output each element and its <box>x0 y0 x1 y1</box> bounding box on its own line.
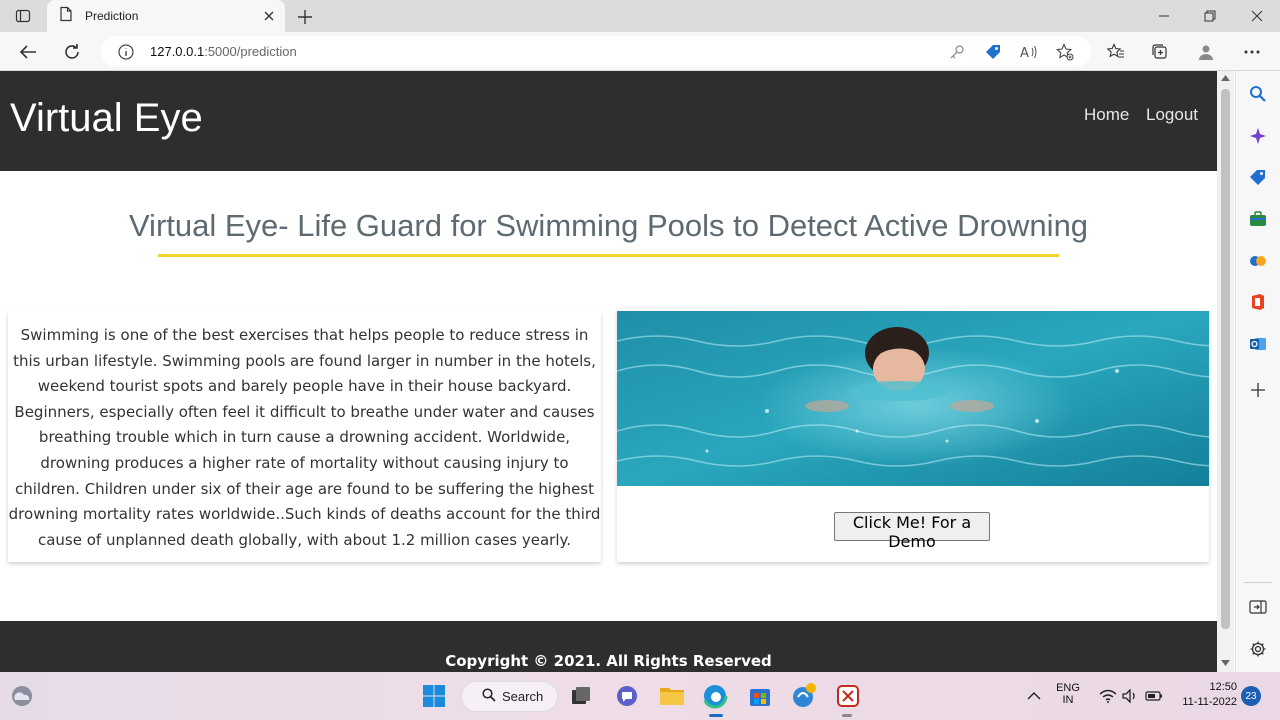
svg-text:A: A <box>1020 46 1029 60</box>
outlook-icon[interactable] <box>1248 334 1268 354</box>
python-app-icon[interactable] <box>790 682 818 710</box>
notification-badge[interactable]: 23 <box>1241 686 1261 706</box>
edge-sidebar <box>1235 71 1280 672</box>
close-tab-icon[interactable] <box>261 8 277 24</box>
demo-card: Click Me! For a Demo <box>617 311 1209 562</box>
task-view-icon[interactable] <box>567 682 595 710</box>
edge-browser-icon[interactable] <box>701 682 729 710</box>
clock-time: 12:50 <box>1209 681 1237 693</box>
weather-icon[interactable] <box>8 682 36 710</box>
scroll-down-icon[interactable] <box>1221 660 1230 666</box>
url-host: 127.0.0.1 <box>150 44 205 59</box>
site-footer: Copyright © 2021. All Rights Reserved <box>0 621 1217 672</box>
site-navbar: Virtual Eye Home Logout <box>0 71 1217 171</box>
add-sidebar-icon[interactable] <box>1248 380 1268 400</box>
search-icon <box>482 688 496 705</box>
page-viewport: Virtual Eye Home Logout Virtual Eye- Lif… <box>0 71 1217 672</box>
tab-title: Prediction <box>85 9 139 23</box>
teams-chat-icon[interactable] <box>613 682 641 710</box>
scroll-up-icon[interactable] <box>1221 75 1230 81</box>
url-path: :5000/prediction <box>204 44 297 59</box>
site-brand[interactable]: Virtual Eye <box>10 96 203 141</box>
language-indicator[interactable]: ENG IN <box>1049 682 1087 706</box>
nav-home-link[interactable]: Home <box>1084 105 1129 125</box>
read-aloud-icon[interactable]: A <box>1018 41 1040 63</box>
restore-icon[interactable] <box>1187 0 1233 32</box>
active-app-indicator <box>709 714 723 717</box>
open-app-indicator <box>842 714 852 717</box>
file-explorer-icon[interactable] <box>658 682 686 710</box>
lang-top: ENG <box>1056 682 1080 694</box>
games-icon[interactable] <box>1248 251 1268 271</box>
office-icon[interactable] <box>1248 292 1268 312</box>
description-card: Swimming is one of the best exercises th… <box>8 311 601 562</box>
start-windows-icon[interactable] <box>420 682 448 710</box>
sparkle-icon[interactable] <box>1248 126 1268 146</box>
tab-prediction[interactable]: Prediction <box>47 0 285 32</box>
title-underline <box>158 254 1059 257</box>
demo-button[interactable]: Click Me! For a Demo <box>834 512 990 551</box>
more-options-icon[interactable] <box>1239 39 1265 65</box>
page-scrollbar[interactable] <box>1217 71 1234 672</box>
tools-icon[interactable] <box>1248 209 1268 229</box>
nav-logout-link[interactable]: Logout <box>1146 105 1198 125</box>
search-icon[interactable] <box>1248 84 1268 104</box>
new-tab-icon[interactable] <box>294 6 316 28</box>
microsoft-store-icon[interactable] <box>746 682 774 710</box>
add-favorite-icon[interactable] <box>1054 41 1076 63</box>
battery-icon[interactable] <box>1140 682 1168 710</box>
description-text: Swimming is one of the best exercises th… <box>8 326 601 549</box>
url-text[interactable]: 127.0.0.1:5000/prediction <box>150 44 297 59</box>
coupon-tag-icon[interactable] <box>982 41 1004 63</box>
page-title: Virtual Eye- Life Guard for Swimming Poo… <box>128 208 1089 243</box>
snipping-tool-icon[interactable] <box>834 682 862 710</box>
sidebar-divider <box>1244 582 1272 583</box>
windows-taskbar: Search ENG IN 12:50 11-11-2022 23 <box>0 672 1280 720</box>
close-window-icon[interactable] <box>1234 0 1280 32</box>
address-bar[interactable]: 127.0.0.1:5000/prediction A <box>101 36 1091 67</box>
chevron-up-icon[interactable] <box>1020 682 1048 710</box>
key-icon[interactable] <box>946 41 968 63</box>
footer-copyright: Copyright © 2021. All Rights Reserved <box>445 652 772 670</box>
browser-toolbar: 127.0.0.1:5000/prediction A <box>0 32 1280 71</box>
favorites-icon[interactable] <box>1103 39 1129 65</box>
tab-strip: Prediction <box>0 0 1280 32</box>
page-icon <box>59 6 73 26</box>
minimize-icon[interactable] <box>1141 0 1187 32</box>
back-icon[interactable] <box>15 39 41 65</box>
drowning-child-image <box>617 311 1209 486</box>
lang-bottom: IN <box>1062 694 1074 706</box>
info-icon[interactable] <box>115 41 137 63</box>
clock[interactable]: 12:50 11-11-2022 <box>1173 681 1237 708</box>
hide-sidebar-icon[interactable] <box>1248 597 1268 617</box>
settings-gear-icon[interactable] <box>1248 639 1268 659</box>
clock-date: 11-11-2022 <box>1182 696 1237 708</box>
taskbar-search[interactable]: Search <box>461 681 558 712</box>
refresh-icon[interactable] <box>59 39 85 65</box>
profile-icon[interactable] <box>1193 39 1219 65</box>
tab-actions-icon[interactable] <box>12 6 34 26</box>
shopping-tag-icon[interactable] <box>1248 167 1268 187</box>
collections-icon[interactable] <box>1147 39 1173 65</box>
scroll-thumb[interactable] <box>1221 89 1230 629</box>
search-label: Search <box>502 689 544 704</box>
